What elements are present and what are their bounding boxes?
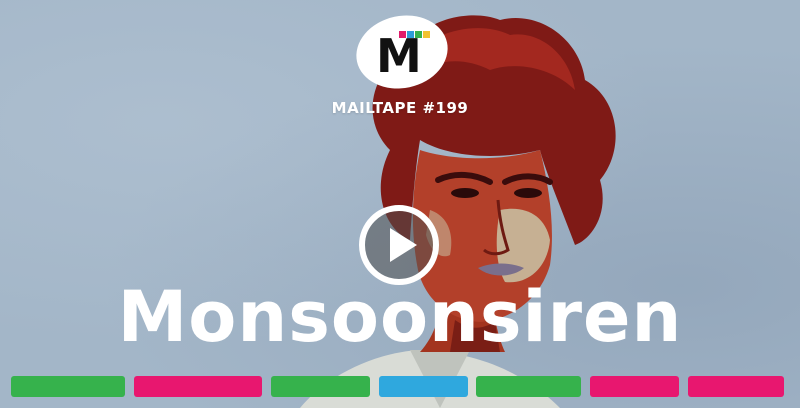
track-color-bars	[0, 376, 800, 398]
track-bar-5[interactable]	[476, 376, 581, 397]
track-bar-6[interactable]	[590, 376, 679, 397]
mailtape-logo-icon[interactable]: M	[354, 14, 450, 90]
artist-name-title: Monsoonsiren	[117, 276, 683, 358]
track-bar-4[interactable]	[379, 376, 468, 397]
track-bar-2[interactable]	[134, 376, 262, 397]
episode-label: MAILTAPE #199	[331, 99, 469, 117]
logo-letter: M	[376, 29, 422, 83]
track-bar-7[interactable]	[688, 376, 784, 397]
play-button[interactable]	[357, 203, 441, 287]
track-bar-1[interactable]	[11, 376, 125, 397]
track-bar-3[interactable]	[271, 376, 370, 397]
